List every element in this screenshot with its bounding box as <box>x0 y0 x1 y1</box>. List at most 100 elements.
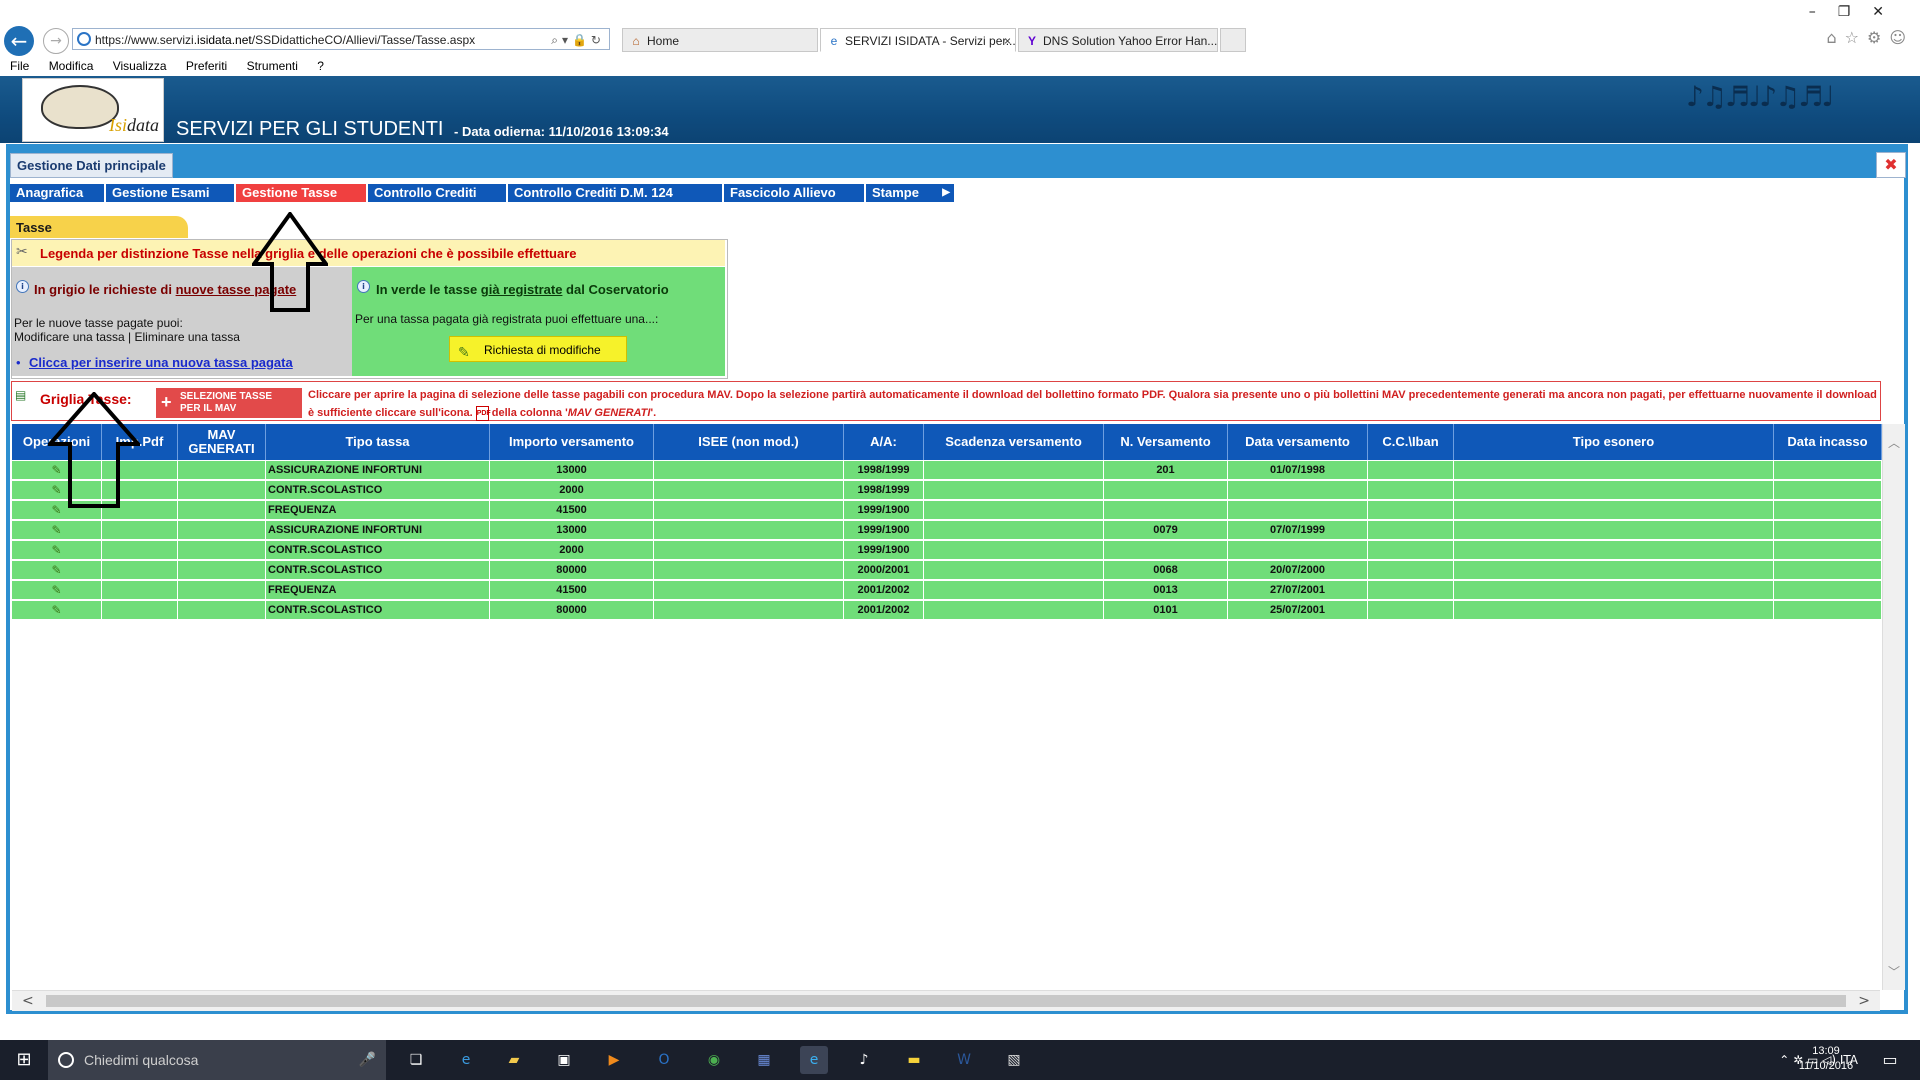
cell-importo: 13000 <box>490 461 654 480</box>
back-button[interactable]: ← <box>4 26 34 56</box>
insert-new-tax-link[interactable]: Clicca per inserire una nuova tassa paga… <box>29 355 293 370</box>
tab-close-icon[interactable]: × <box>1004 29 1011 51</box>
sticky-app-icon[interactable]: ▬ <box>900 1046 928 1074</box>
cell-data-incasso <box>1774 541 1882 560</box>
store-icon[interactable]: ▣ <box>550 1046 578 1074</box>
menu-preferiti[interactable]: Preferiti <box>186 59 227 73</box>
cell-anno-accademico: 2001/2002 <box>844 581 924 600</box>
col-tipo-esonero[interactable]: Tipo esonero <box>1454 424 1774 460</box>
edit-pencil-icon[interactable]: ✎ <box>12 523 101 537</box>
scroll-up-icon[interactable]: ︿ <box>1883 434 1905 451</box>
pdf-icon: PDF <box>475 405 491 421</box>
panel-tab-gestione-dati[interactable]: Gestione Dati principale <box>10 153 173 178</box>
task-view-icon[interactable]: ❏ <box>402 1046 430 1074</box>
microphone-icon[interactable]: 🎤 <box>359 1040 376 1080</box>
section-tab-tasse[interactable]: Tasse <box>10 216 188 238</box>
nav-gestione-esami[interactable]: Gestione Esami <box>106 184 234 202</box>
col-mav-generati[interactable]: MAV GENERATI <box>178 424 266 460</box>
col-data-versamento[interactable]: Data versamento <box>1228 424 1368 460</box>
image-app-icon[interactable]: ▧ <box>1000 1046 1028 1074</box>
tab-dns-solution[interactable]: Y DNS Solution Yahoo Error Han... <box>1018 28 1218 52</box>
cell-imp-pdf <box>102 521 178 540</box>
chrome-icon[interactable]: ◉ <box>700 1046 728 1074</box>
cell-mav-generati <box>178 541 266 560</box>
cell-importo: 80000 <box>490 561 654 580</box>
cell-n-versamento: 0013 <box>1104 581 1228 600</box>
forward-button[interactable]: → <box>43 28 69 54</box>
menu-strumenti[interactable]: Strumenti <box>247 59 298 73</box>
col-scadenza[interactable]: Scadenza versamento <box>924 424 1104 460</box>
cell-operazioni[interactable]: ✎ <box>12 561 102 580</box>
cell-data-incasso <box>1774 561 1882 580</box>
word-icon[interactable]: W <box>950 1046 978 1074</box>
cell-mav-generati <box>178 501 266 520</box>
app-icon[interactable]: ▦ <box>750 1046 778 1074</box>
window-controls[interactable]: –❐✕ <box>1809 4 1906 20</box>
cell-operazioni[interactable]: ✎ <box>12 601 102 620</box>
edit-pencil-icon[interactable]: ✎ <box>12 603 101 617</box>
menu-visualizza[interactable]: Visualizza <box>113 59 167 73</box>
col-n-versamento[interactable]: N. Versamento <box>1104 424 1228 460</box>
nav-controllo-crediti-dm124[interactable]: Controllo Crediti D.M. 124 <box>508 184 722 202</box>
cell-data-incasso <box>1774 521 1882 540</box>
close-icon[interactable]: ✖ <box>1876 152 1906 178</box>
scroll-down-icon[interactable]: ﹀ <box>1883 963 1905 980</box>
select-taxes-mav-button[interactable]: + SELEZIONE TASSE PER IL MAV <box>156 388 302 418</box>
media-icon[interactable]: ▶ <box>600 1046 628 1074</box>
tab-servizi-isidata[interactable]: e SERVIZI ISIDATA - Servizi per... × <box>820 28 1016 52</box>
menu-modifica[interactable]: Modifica <box>49 59 94 73</box>
new-tab-button[interactable] <box>1220 28 1246 52</box>
browser-toolbar-icons[interactable]: ⌂☆⚙☺ <box>1826 28 1914 47</box>
cell-operazioni[interactable]: ✎ <box>12 541 102 560</box>
file-explorer-icon[interactable]: ▰ <box>500 1046 528 1074</box>
address-bar[interactable]: https://www.servizi.isidata.net/SSDidatt… <box>72 28 610 50</box>
cell-tipo-tassa: CONTR.SCOLASTICO <box>266 561 490 580</box>
cell-mav-generati <box>178 521 266 540</box>
cell-isee <box>654 561 844 580</box>
col-cc-iban[interactable]: C.C.\Iban <box>1368 424 1454 460</box>
nav-gestione-tasse[interactable]: Gestione Tasse <box>236 184 366 202</box>
action-center-icon[interactable]: ▭ <box>1870 1040 1910 1080</box>
music-app-icon[interactable]: ♪ <box>850 1046 878 1074</box>
cell-data-versamento: 25/07/2001 <box>1228 601 1368 620</box>
horizontal-scrollbar[interactable]: < > <box>12 990 1880 1011</box>
cell-anno-accademico: 2000/2001 <box>844 561 924 580</box>
menu-file[interactable]: File <box>10 59 29 73</box>
vertical-scrollbar[interactable]: ︿ ﹀ <box>1882 424 1905 990</box>
request-changes-button[interactable]: ✎ Richiesta di modifiche <box>449 336 627 362</box>
col-isee[interactable]: ISEE (non mod.) <box>654 424 844 460</box>
edit-pencil-icon[interactable]: ✎ <box>12 563 101 577</box>
address-tools-icons[interactable]: ⌕▾🔒↻ <box>551 29 605 51</box>
edit-pencil-icon[interactable]: ✎ <box>12 543 101 557</box>
cell-operazioni[interactable]: ✎ <box>12 521 102 540</box>
nav-fascicolo-allievo[interactable]: Fascicolo Allievo <box>724 184 864 202</box>
cell-operazioni[interactable]: ✎ <box>12 581 102 600</box>
col-data-incasso[interactable]: Data incasso <box>1774 424 1882 460</box>
cortana-search-box[interactable]: Chiedimi qualcosa 🎤 <box>48 1040 386 1080</box>
legend-green-label: In verde le tasse già registrate dal Cos… <box>376 282 669 297</box>
cell-scadenza <box>924 461 1104 480</box>
menu-help[interactable]: ? <box>317 59 324 73</box>
clock[interactable]: 13:09 11/10/2016 <box>1790 1044 1862 1074</box>
col-importo[interactable]: Importo versamento <box>490 424 654 460</box>
cell-tipo-esonero <box>1454 601 1774 620</box>
cell-n-versamento <box>1104 501 1228 520</box>
cell-importo: 13000 <box>490 521 654 540</box>
cell-tipo-tassa: CONTR.SCOLASTICO <box>266 601 490 620</box>
nav-controllo-crediti[interactable]: Controllo Crediti <box>368 184 506 202</box>
scroll-thumb[interactable] <box>46 995 1846 1007</box>
cell-scadenza <box>924 601 1104 620</box>
cell-imp-pdf <box>102 541 178 560</box>
scroll-right-icon[interactable]: > <box>1858 991 1870 1011</box>
edge-icon[interactable]: e <box>452 1046 480 1074</box>
nav-stampe[interactable]: Stampe ▶ <box>866 184 954 202</box>
edit-pencil-icon[interactable]: ✎ <box>12 583 101 597</box>
nav-anagrafica[interactable]: Anagrafica <box>10 184 104 202</box>
internet-explorer-icon[interactable]: e <box>800 1046 828 1074</box>
windows-start-icon[interactable]: ⊞ <box>0 1040 48 1080</box>
scroll-left-icon[interactable]: < <box>22 991 34 1011</box>
tab-home[interactable]: ⌂ Home <box>622 28 818 52</box>
outlook-icon[interactable]: O <box>650 1046 678 1074</box>
col-anno-accademico[interactable]: A/A: <box>844 424 924 460</box>
col-tipo-tassa[interactable]: Tipo tassa <box>266 424 490 460</box>
